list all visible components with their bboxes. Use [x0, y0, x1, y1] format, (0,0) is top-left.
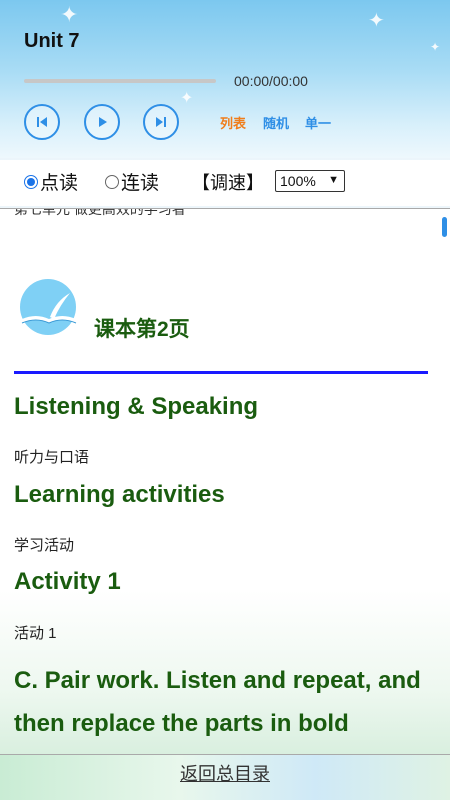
back-to-contents-link[interactable]: 返回总目录	[0, 760, 450, 786]
time-display: 00:00/00:00	[234, 73, 308, 89]
point-read-label: 点读	[40, 173, 79, 194]
previous-button[interactable]	[24, 104, 60, 140]
sparkle-decoration: ✦	[180, 90, 194, 107]
continuous-read-radio[interactable]: 连读	[105, 168, 159, 195]
section-heading-en: Listening & Speaking	[14, 393, 259, 420]
section-heading-cn: 听力与口语	[14, 449, 90, 466]
play-icon	[99, 117, 107, 127]
book-icon	[20, 279, 77, 335]
next-button[interactable]	[143, 104, 179, 140]
section-heading-en: Learning activities	[14, 481, 225, 508]
progress-bar[interactable]	[24, 79, 216, 83]
sparkle-decoration: ✦	[368, 10, 385, 32]
section-heading-cn: 学习活动	[14, 537, 75, 554]
radio-selected-icon	[24, 174, 38, 189]
speed-label: 【调速】	[192, 173, 264, 193]
section-heading-cn: 活动 1	[14, 625, 57, 642]
skip-next-icon	[156, 117, 166, 127]
mode-single-link[interactable]: 单一	[305, 113, 331, 132]
point-read-radio[interactable]: 点读	[24, 168, 78, 195]
play-button[interactable]	[84, 104, 120, 140]
mode-random-link[interactable]: 随机	[263, 113, 289, 132]
unit-subtitle-partial: 第七单元 做更高效的学习者	[14, 208, 186, 217]
chevron-down-icon: ▼	[328, 174, 339, 186]
unit-title: Unit 7	[24, 30, 80, 52]
section-heading-en: Activity 1	[14, 568, 121, 595]
activity-instruction[interactable]: C. Pair work. Listen and repeat, and the…	[14, 659, 434, 745]
sparkle-decoration: ✦	[430, 40, 441, 54]
speed-select[interactable]: 100% ▼	[275, 170, 345, 192]
speed-value: 100%	[280, 173, 316, 189]
player-header: ✦ ✦ ✦ ✦ Unit 7 00:00/00:00 列表 随机 单一	[0, 0, 450, 158]
scrollbar-thumb[interactable]	[442, 217, 447, 237]
content-panel[interactable]: 第七单元 做更高效的学习者 课本第2页 Listening & Speaking…	[0, 208, 450, 755]
reading-options: 点读 连读 【调速】 100% ▼	[0, 160, 450, 206]
section-divider	[14, 371, 428, 374]
continuous-read-label: 连读	[121, 173, 160, 194]
skip-previous-icon	[37, 117, 47, 127]
page-label: 课本第2页	[94, 318, 190, 341]
mode-list-link[interactable]: 列表	[220, 113, 246, 132]
sparkle-decoration: ✦	[60, 2, 79, 27]
radio-unselected-icon	[105, 174, 119, 189]
